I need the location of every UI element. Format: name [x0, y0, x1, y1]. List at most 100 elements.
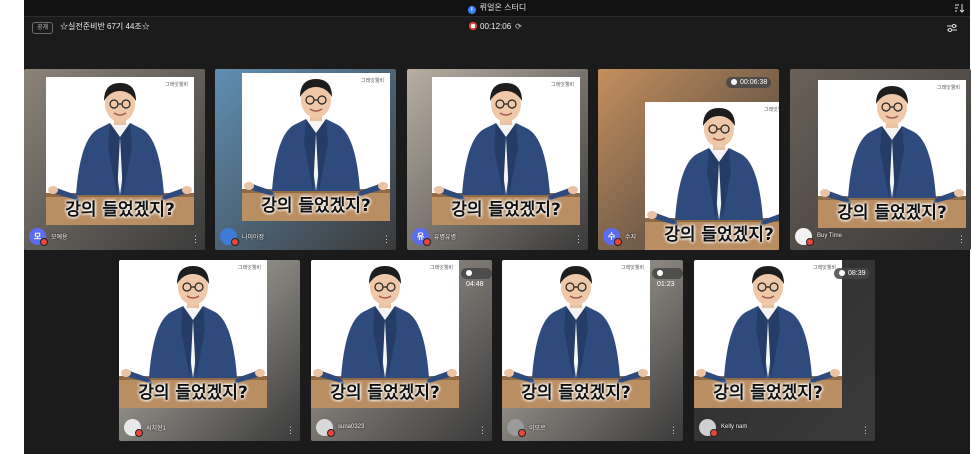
meme-overlay-image: 그레잇웰비강의 들었겠지? — [502, 260, 650, 408]
mic-off-icon — [710, 428, 718, 437]
clock-icon — [657, 270, 663, 276]
participant-tile[interactable]: 그레잇웰비 강의 들었겠지? 씨치현1 ⋮ — [119, 260, 300, 441]
settings-sliders-icon[interactable] — [946, 22, 958, 34]
meme-caption: 강의 들었겠지? — [713, 383, 823, 403]
meeting-toolbar: 공개 ☆실전준비반 67기 44조☆ 00:12:06 ⟳ — [24, 16, 970, 40]
visibility-badge: 공개 — [32, 22, 54, 34]
meme-watermark: 그레잇웰비 — [936, 85, 960, 91]
sort-icon[interactable] — [954, 3, 964, 13]
participant-label: Buy Time — [795, 226, 842, 246]
title-bar: i 뤼얼온 스터디 — [24, 0, 970, 17]
meme-caption: 강의 들었겠지? — [451, 200, 561, 220]
record-icon — [469, 22, 477, 30]
participant-label: 모 모예용 — [29, 226, 68, 246]
avatar — [795, 227, 814, 246]
clock-icon — [731, 79, 737, 85]
meme-overlay-image: 그레잇웰비강의 들었겠지? — [694, 260, 842, 408]
refresh-icon[interactable]: ⟳ — [515, 22, 522, 32]
mic-off-icon — [423, 237, 431, 246]
meme-watermark: 그레잇웰비 — [360, 78, 384, 84]
participant-name: Kelly nam — [721, 424, 748, 430]
participant-name: 나미아정 — [242, 234, 265, 241]
participant-tile[interactable]: 그레잇웰비 강의 들었겠지? 유 유병유병 ⋮ — [407, 69, 588, 250]
meme-caption: 강의 들었겠지? — [65, 200, 175, 220]
more-vertical-icon[interactable]: ⋮ — [574, 235, 583, 244]
more-vertical-icon[interactable]: ⋮ — [478, 426, 487, 435]
meeting-app-window: i 뤼얼온 스터디 공개 ☆실전준비반 67기 44조☆ 00:12:06 ⟳ 그레… — [24, 0, 971, 454]
meme-watermark: 그레잇웰비 — [812, 265, 836, 271]
meme-caption: 강의 들었겠지? — [138, 383, 248, 403]
participant-name: 유병유병 — [434, 234, 457, 241]
participant-tile[interactable]: 그레잇웰비 강의 들었겠지? 04:48 suna0323 ⋮ — [311, 260, 492, 441]
participant-tile[interactable]: 그레잇웰비강의 들었겠지? 01:23 이모르 ⋮ — [502, 260, 683, 441]
duration-text: 04:48 — [466, 281, 484, 288]
session-duration-badge: 01:23 — [652, 268, 683, 288]
mic-off-icon — [40, 237, 48, 246]
participant-tile[interactable]: 그레잇웰비강의 들었겠지? Buy Time ⋮ — [790, 69, 971, 250]
meme-caption: 강의 들었겠지? — [664, 225, 774, 245]
mic-off-icon — [135, 428, 143, 437]
session-duration-badge: 08:39 — [834, 268, 870, 279]
participant-tile[interactable]: 그레잇웰비강의 들었겠지? 08:39 Kelly nam ⋮ — [694, 260, 875, 441]
window-title: i 뤼얼온 스터디 — [24, 2, 970, 14]
participant-label: Kelly nam — [699, 417, 747, 437]
window-title-text: 뤼얼온 스터디 — [479, 3, 527, 12]
avatar — [507, 418, 526, 437]
participant-label: suna0323 — [316, 417, 364, 437]
meme-watermark: 그레잇웰비 — [164, 82, 188, 88]
duration-text: 08:39 — [848, 270, 866, 277]
participant-name: 모예용 — [51, 234, 68, 241]
room-name: ☆실전준비반 67기 44조☆ — [60, 22, 150, 31]
more-vertical-icon[interactable]: ⋮ — [957, 235, 966, 244]
clock-icon — [839, 270, 845, 276]
more-vertical-icon[interactable]: ⋮ — [765, 235, 774, 244]
meme-watermark: 그레잇웰비 — [550, 82, 574, 88]
meme-watermark: 그레잇웰비 — [763, 107, 779, 113]
meme-overlay-image: 그레잇웰비강의 들었겠지? — [242, 73, 390, 221]
more-vertical-icon[interactable]: ⋮ — [861, 426, 870, 435]
more-vertical-icon[interactable]: ⋮ — [191, 235, 200, 244]
participant-tile[interactable]: 그레잇웰비강의 들었겠지? 00:06:38 수수지 ⋮ — [598, 69, 779, 250]
participant-tile[interactable]: 그레잇웰비 강의 들었겠지? 모 모예용 ⋮ — [24, 69, 205, 250]
info-icon[interactable]: i — [467, 6, 476, 14]
meme-overlay-image: 그레잇웰비강의 들었겠지? — [311, 260, 459, 408]
clock-icon — [466, 270, 472, 276]
meme-overlay-image: 그레잇웰비강의 들었겠지? — [818, 80, 966, 228]
timer-text: 00:12:06 — [480, 22, 512, 31]
meme-caption: 강의 들었겠지? — [837, 203, 947, 223]
meme-overlay-image: 그레잇웰비강의 들었겠지? — [46, 77, 194, 225]
avatar: 유 — [412, 227, 431, 246]
meme-caption: 강의 들었겠지? — [521, 383, 631, 403]
duration-text: 00:06:38 — [740, 79, 768, 86]
participant-label: 수 수지 — [603, 226, 636, 246]
participant-name: Buy Time — [817, 233, 843, 239]
participant-name: 수지 — [625, 234, 637, 241]
more-vertical-icon[interactable]: ⋮ — [382, 235, 391, 244]
participant-label: 씨치현1 — [124, 417, 166, 437]
duration-text: 01:23 — [657, 281, 675, 288]
participant-label: 이모르 — [507, 417, 546, 437]
meme-watermark: 그레잇웰비 — [620, 265, 644, 271]
avatar — [220, 227, 239, 246]
meme-overlay-image: 그레잇웰비강의 들었겠지? — [119, 260, 267, 408]
participant-tile[interactable]: 그레잇웰비강의 들었겠지? 나미아정 ⋮ — [215, 69, 396, 250]
mic-off-icon — [806, 237, 814, 246]
more-vertical-icon[interactable]: ⋮ — [669, 426, 678, 435]
session-duration-badge: 04:48 — [461, 268, 492, 288]
participant-name: 씨치현1 — [146, 425, 166, 432]
mic-off-icon — [327, 428, 335, 437]
avatar: 모 — [29, 227, 48, 246]
participant-label: 유 유병유병 — [412, 226, 456, 246]
avatar — [124, 418, 143, 437]
meme-caption: 강의 들었겠지? — [261, 196, 371, 216]
meme-overlay-image: 그레잇웰비강의 들었겠지? — [432, 77, 580, 225]
mic-off-icon — [614, 237, 622, 246]
avatar — [316, 418, 335, 437]
mic-off-icon — [518, 428, 526, 437]
meeting-timer: 00:12:06 ⟳ — [469, 22, 522, 32]
avatar — [699, 418, 718, 437]
meme-overlay-image: 그레잇웰비강의 들었겠지? — [645, 102, 779, 250]
more-vertical-icon[interactable]: ⋮ — [286, 426, 295, 435]
mic-off-icon — [231, 237, 239, 246]
participant-name: suna0323 — [338, 424, 365, 430]
